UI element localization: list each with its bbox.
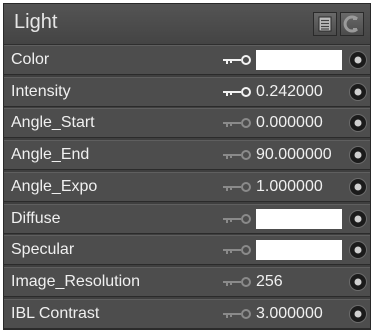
property-value[interactable]: 90.000000 — [256, 146, 332, 164]
connector-icon[interactable] — [348, 240, 368, 260]
property-label: Color — [11, 51, 50, 68]
connector-icon[interactable] — [348, 145, 368, 165]
property-row: Specular — [4, 235, 370, 266]
panel-title: Light — [14, 11, 58, 33]
property-value[interactable]: 256 — [256, 273, 283, 291]
key-icon[interactable] — [222, 117, 252, 129]
color-swatch[interactable] — [256, 50, 342, 70]
property-value[interactable]: 3.000000 — [256, 305, 323, 323]
key-icon[interactable] — [222, 181, 252, 193]
key-icon[interactable] — [222, 149, 252, 161]
connector-icon[interactable] — [348, 50, 368, 70]
connector-icon[interactable] — [348, 113, 368, 133]
connector-icon[interactable] — [348, 177, 368, 197]
property-label: Angle_Start — [11, 114, 95, 132]
property-row: Angle_Start 0.000000 — [4, 108, 370, 139]
property-row: IBL Contrast 3.000000 — [4, 298, 370, 329]
property-label: Specular — [11, 241, 75, 259]
property-row: Angle_End 90.000000 — [4, 140, 370, 171]
property-row: Image_Resolution 256 — [4, 266, 370, 297]
refresh-button[interactable] — [340, 12, 364, 36]
property-label: Intensity — [11, 82, 71, 100]
property-row: Diffuse — [4, 203, 370, 234]
key-icon[interactable] — [222, 244, 252, 256]
connector-icon[interactable] — [348, 304, 368, 324]
color-swatch[interactable] — [256, 208, 342, 229]
panel-header: Light — [4, 4, 370, 45]
refresh-icon — [343, 15, 359, 33]
property-row: Angle_Expo 1.000000 — [4, 171, 370, 202]
color-swatch[interactable] — [256, 240, 342, 261]
property-value[interactable]: 0.242000 — [256, 83, 323, 101]
property-row: Intensity 0.242000 — [4, 76, 370, 107]
property-label: Angle_Expo — [11, 177, 98, 195]
list-button[interactable] — [313, 12, 337, 36]
connector-icon[interactable] — [348, 82, 368, 102]
property-row: Color — [4, 45, 370, 75]
key-icon[interactable] — [222, 213, 252, 225]
property-label: IBL Contrast — [11, 304, 100, 322]
key-icon[interactable] — [222, 308, 252, 320]
property-value[interactable]: 1.000000 — [256, 178, 323, 196]
property-label: Image_Resolution — [11, 272, 140, 290]
light-properties-panel: Light Color Intensity 0.242000 Angle_Start 0… — [3, 3, 371, 330]
connector-icon[interactable] — [348, 272, 368, 292]
key-icon[interactable] — [222, 86, 252, 98]
property-label: Diffuse — [11, 209, 61, 227]
list-icon — [318, 16, 332, 32]
key-icon[interactable] — [222, 54, 252, 66]
property-label: Angle_End — [11, 146, 90, 164]
property-value[interactable]: 0.000000 — [256, 114, 323, 132]
key-icon[interactable] — [222, 276, 252, 288]
connector-icon[interactable] — [348, 209, 368, 229]
